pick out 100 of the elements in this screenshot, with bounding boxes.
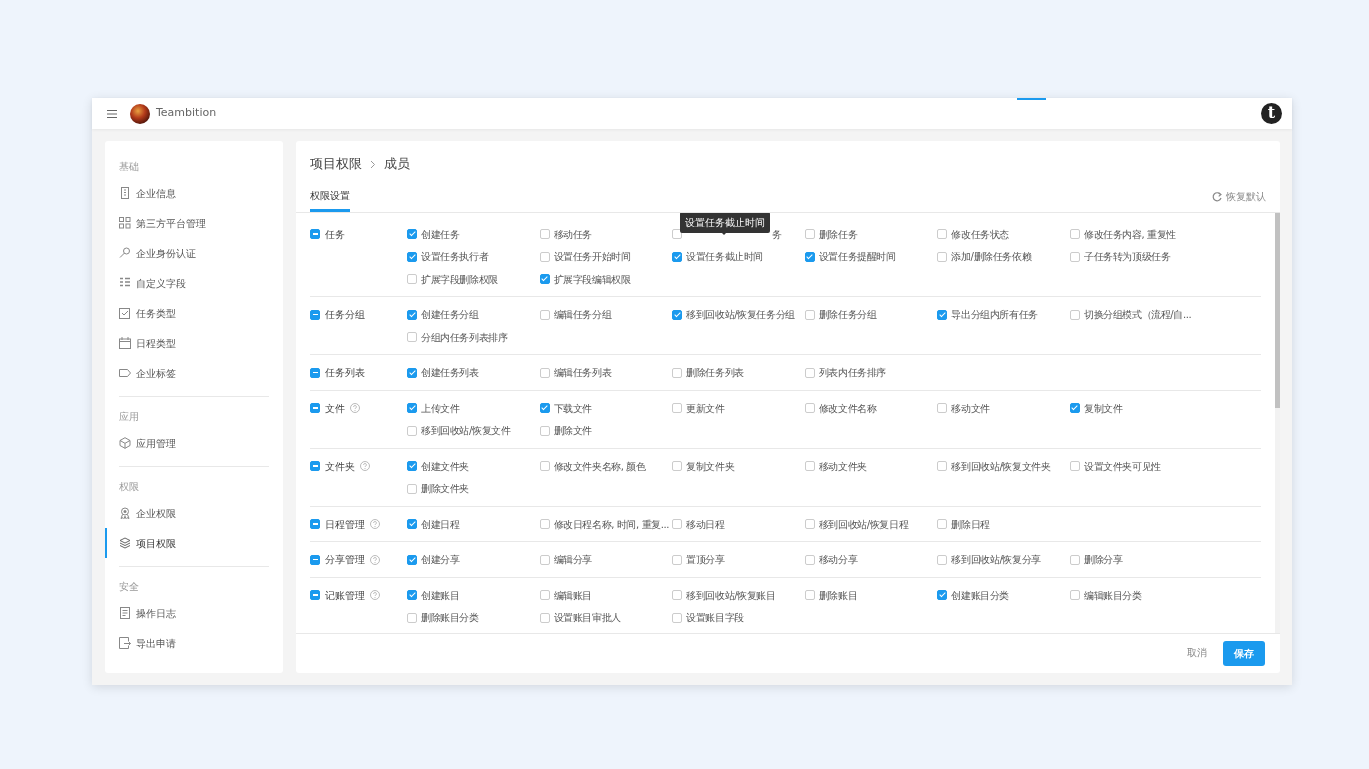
checkbox[interactable] (937, 461, 948, 471)
checkbox[interactable] (937, 403, 948, 413)
sidebar-item[interactable]: 企业信息 (105, 178, 283, 208)
checkbox[interactable] (1069, 554, 1080, 565)
breadcrumb-link[interactable]: 项目权限 (310, 155, 362, 174)
checkbox-label: 移动任务 (553, 227, 592, 242)
refresh-icon (1212, 191, 1222, 202)
tab[interactable]: 权限设置 (310, 173, 350, 212)
checkbox[interactable] (407, 309, 417, 320)
checkbox[interactable] (407, 251, 417, 262)
checkbox[interactable] (310, 461, 320, 471)
help-icon[interactable] (370, 590, 380, 600)
checkbox[interactable] (672, 367, 683, 378)
checkbox[interactable] (539, 274, 550, 284)
checkbox[interactable] (672, 612, 683, 623)
checkbox-label: 置顶分享 (686, 553, 725, 567)
checkbox[interactable] (310, 403, 320, 413)
checkbox[interactable] (672, 461, 683, 471)
checkbox[interactable] (804, 519, 815, 529)
checkbox[interactable] (539, 612, 550, 623)
checkbox[interactable] (1069, 461, 1080, 471)
checkbox[interactable] (804, 251, 815, 262)
checkbox-label: 移到回收站/恢复账目 (686, 588, 776, 603)
checkbox-label: 移到回收站/恢复分享 (951, 553, 1041, 567)
checkbox[interactable] (539, 367, 550, 378)
checkbox[interactable] (1069, 403, 1080, 413)
scrollbar[interactable] (1275, 212, 1280, 633)
checkbox[interactable] (937, 519, 948, 529)
checkbox[interactable] (804, 461, 815, 471)
checkbox[interactable] (804, 229, 815, 239)
sidebar-item[interactable]: 日程类型 (105, 328, 283, 358)
checkbox[interactable] (1069, 251, 1080, 262)
checkbox[interactable] (1069, 229, 1080, 239)
checkbox[interactable] (539, 590, 550, 600)
sidebar-item[interactable]: 企业权限 (105, 498, 283, 528)
checkbox[interactable] (937, 590, 948, 600)
menu-icon[interactable] (106, 108, 118, 119)
checkbox[interactable] (310, 590, 320, 600)
checkbox[interactable] (804, 403, 815, 413)
checkbox[interactable] (407, 554, 417, 565)
logo-mark: t (1261, 103, 1282, 124)
checkbox[interactable] (539, 309, 550, 320)
checkbox[interactable] (407, 590, 417, 600)
checkbox[interactable] (310, 309, 320, 320)
checkbox-label: 子任务转为顶级任务 (1083, 250, 1171, 264)
checkbox[interactable] (407, 403, 417, 413)
checkbox[interactable] (310, 229, 320, 239)
checkbox[interactable] (1069, 309, 1080, 320)
help-icon[interactable] (370, 519, 380, 529)
checkbox[interactable] (1069, 590, 1080, 600)
checkbox[interactable] (310, 519, 320, 529)
checkbox[interactable] (937, 554, 948, 565)
checkbox[interactable] (804, 554, 815, 565)
checkbox[interactable] (539, 519, 550, 529)
sidebar-item[interactable]: 企业身份认证 (105, 238, 283, 268)
checkbox[interactable] (310, 367, 320, 378)
reset-link[interactable]: 恢复默认 (1212, 189, 1266, 212)
checkbox[interactable] (804, 590, 815, 600)
checkbox[interactable] (672, 519, 683, 529)
checkbox[interactable] (407, 612, 417, 623)
checkbox[interactable] (937, 251, 948, 262)
checkbox[interactable] (539, 461, 550, 471)
checkbox[interactable] (672, 403, 683, 413)
cancel-button[interactable]: 取消 (1187, 646, 1207, 661)
checkbox[interactable] (804, 309, 815, 320)
checkbox[interactable] (539, 403, 550, 413)
checkbox[interactable] (539, 425, 550, 436)
checkbox-label: 移动文件 (951, 401, 990, 416)
checkbox[interactable] (672, 309, 683, 320)
sidebar-item[interactable]: 项目权限 (105, 528, 283, 558)
sidebar-item[interactable]: 任务类型 (105, 298, 283, 328)
checkbox[interactable] (407, 332, 417, 342)
checkbox[interactable] (407, 274, 417, 284)
checkbox[interactable] (310, 554, 320, 565)
checkbox[interactable] (407, 461, 417, 471)
sidebar-item[interactable]: 操作日志 (105, 598, 283, 628)
checkbox[interactable] (407, 425, 417, 436)
checkbox[interactable] (407, 367, 417, 378)
checkbox[interactable] (937, 309, 948, 320)
checkbox[interactable] (937, 229, 948, 239)
checkbox[interactable] (539, 229, 550, 239)
checkbox[interactable] (672, 590, 683, 600)
sidebar-item[interactable]: 第三方平台管理 (105, 208, 283, 238)
checkbox[interactable] (672, 251, 683, 262)
building-icon (119, 187, 131, 199)
sidebar-item[interactable]: 自定义字段 (105, 268, 283, 298)
checkbox[interactable] (539, 251, 550, 262)
checkbox[interactable] (672, 554, 683, 565)
checkbox[interactable] (804, 367, 815, 378)
help-icon[interactable] (360, 461, 370, 471)
help-icon[interactable] (370, 554, 380, 565)
checkbox-label: 设置任务截止时间 (686, 250, 763, 264)
sidebar-item[interactable]: 应用管理 (105, 428, 283, 458)
help-icon[interactable] (350, 403, 360, 413)
checkbox[interactable] (539, 554, 550, 565)
sidebar-item[interactable]: 导出申请 (105, 628, 283, 658)
checkbox[interactable] (407, 483, 417, 494)
checkbox[interactable] (407, 229, 417, 239)
checkbox[interactable] (407, 519, 417, 529)
sidebar-item[interactable]: 企业标签 (105, 358, 283, 388)
